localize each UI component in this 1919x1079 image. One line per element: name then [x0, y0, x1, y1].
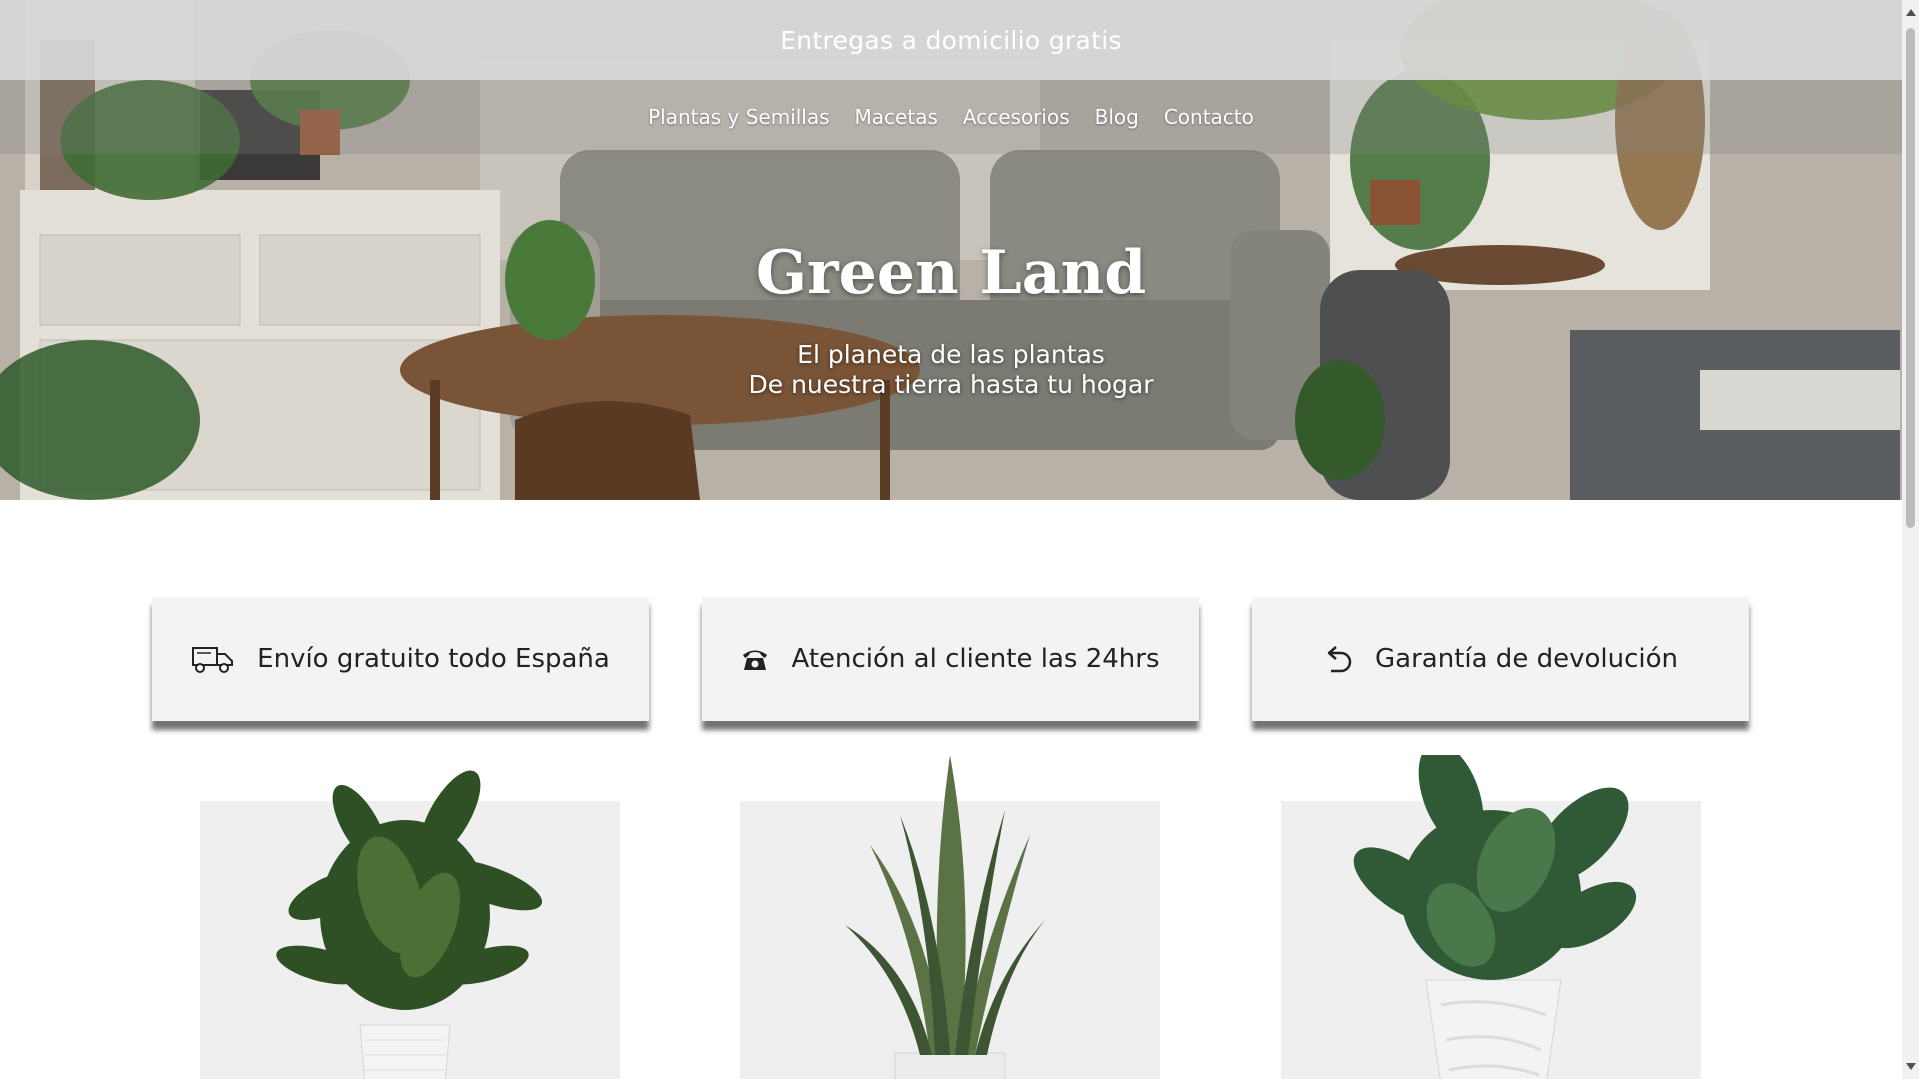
scroll-up-arrow-icon[interactable]	[1906, 9, 1916, 16]
hero-title: Green Land	[755, 238, 1147, 308]
nav-link-plantas-y-semillas[interactable]: Plantas y Semillas	[648, 105, 829, 129]
phone-icon	[741, 646, 769, 672]
feature-card-return-guarantee: Garantía de devolución	[1252, 597, 1749, 721]
product-image-leafy-plant[interactable]	[200, 755, 620, 1079]
promo-bar: Entregas a domicilio gratis	[0, 0, 1902, 80]
feature-card-customer-support: Atención al cliente las 24hrs	[702, 597, 1199, 721]
feature-text-customer-support: Atención al cliente las 24hrs	[791, 644, 1160, 674]
nav-link-macetas[interactable]: Macetas	[855, 105, 938, 129]
hero-banner: Entregas a domicilio gratis Plantas y Se…	[0, 0, 1902, 500]
main-nav: Plantas y Semillas Macetas Accesorios Bl…	[0, 80, 1902, 154]
scroll-thumb[interactable]	[1906, 28, 1915, 528]
scroll-down-arrow-icon[interactable]	[1906, 1063, 1916, 1070]
feature-text-free-shipping: Envío gratuito todo España	[257, 644, 610, 674]
feature-text-return-guarantee: Garantía de devolución	[1375, 644, 1678, 674]
nav-link-blog[interactable]: Blog	[1095, 105, 1139, 129]
hero-subtitle-line-1: El planeta de las plantas	[797, 340, 1105, 369]
truck-icon	[191, 644, 235, 674]
nav-link-accesorios[interactable]: Accesorios	[963, 105, 1070, 129]
page: Entregas a domicilio gratis Plantas y Se…	[0, 0, 1902, 1079]
vertical-scrollbar[interactable]	[1902, 0, 1919, 1079]
nav-link-contacto[interactable]: Contacto	[1164, 105, 1254, 129]
feature-card-free-shipping: Envío gratuito todo España	[152, 597, 649, 721]
product-image-broadleaf-plant[interactable]	[1281, 755, 1701, 1079]
promo-text: Entregas a domicilio gratis	[780, 25, 1122, 55]
return-arrow-icon	[1323, 644, 1353, 674]
product-image-snake-plant[interactable]	[740, 755, 1160, 1079]
hero-subtitle-line-2: De nuestra tierra hasta tu hogar	[748, 370, 1154, 399]
